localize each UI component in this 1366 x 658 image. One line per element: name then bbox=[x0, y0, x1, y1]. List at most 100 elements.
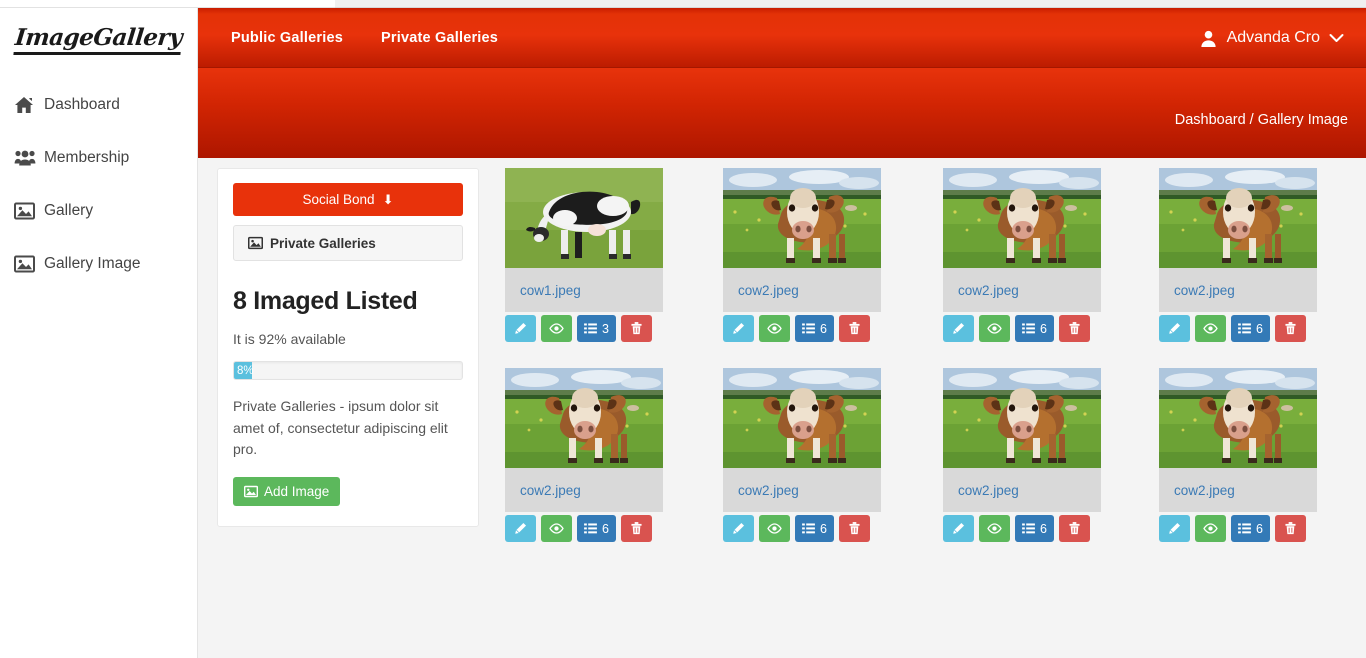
gallery-filename-link[interactable]: cow2.jpeg bbox=[958, 483, 1019, 498]
sidebar-item-label: Gallery bbox=[44, 201, 94, 219]
eye-icon bbox=[987, 523, 1002, 534]
gallery-card: cow2.jpeg 6 bbox=[723, 368, 881, 542]
view-button[interactable] bbox=[541, 315, 572, 342]
list-count: 6 bbox=[1256, 521, 1263, 536]
gallery-card: cow2.jpeg 6 bbox=[943, 168, 1101, 342]
sidebar-item-membership[interactable]: Membership bbox=[0, 131, 197, 184]
list-button[interactable]: 6 bbox=[795, 315, 834, 342]
view-button[interactable] bbox=[979, 515, 1010, 542]
app-root: ImageGallery Dashboard Membership Galler… bbox=[0, 0, 1366, 658]
delete-button[interactable] bbox=[838, 315, 870, 342]
eye-icon bbox=[549, 323, 564, 334]
gallery-caption: cow2.jpeg bbox=[943, 468, 1101, 512]
list-button[interactable]: 6 bbox=[795, 515, 834, 542]
delete-button[interactable] bbox=[620, 515, 652, 542]
list-button[interactable]: 6 bbox=[1231, 315, 1270, 342]
list-button[interactable]: 6 bbox=[577, 515, 616, 542]
gallery-filename-link[interactable]: cow2.jpeg bbox=[738, 483, 799, 498]
gallery-thumbnail[interactable] bbox=[943, 368, 1101, 468]
gallery-caption: cow2.jpeg bbox=[1159, 468, 1317, 512]
progress-bar-fill: 8% bbox=[234, 362, 254, 379]
list-count: 6 bbox=[1256, 321, 1263, 336]
delete-button[interactable] bbox=[1274, 315, 1306, 342]
gallery-card: cow1.jpeg 3 bbox=[505, 168, 663, 342]
list-button[interactable]: 6 bbox=[1015, 315, 1054, 342]
availability-text: It is 92% available bbox=[233, 331, 346, 347]
view-button[interactable] bbox=[759, 515, 790, 542]
eye-icon bbox=[767, 323, 782, 334]
edit-button[interactable] bbox=[723, 515, 754, 542]
gallery-caption: cow2.jpeg bbox=[723, 268, 881, 312]
gallery-card-actions: 3 bbox=[505, 315, 663, 342]
eye-icon bbox=[767, 523, 782, 534]
view-button[interactable] bbox=[1195, 515, 1226, 542]
chevron-down-icon bbox=[1329, 33, 1344, 43]
users-icon bbox=[14, 147, 44, 169]
edit-button[interactable] bbox=[1159, 515, 1190, 542]
brand-logo[interactable]: ImageGallery bbox=[0, 8, 197, 70]
user-menu[interactable]: Advanda Cro bbox=[1199, 29, 1344, 48]
horizontal-scrollbar[interactable] bbox=[335, 0, 1366, 8]
delete-button[interactable] bbox=[620, 315, 652, 342]
gallery-filename-link[interactable]: cow2.jpeg bbox=[958, 283, 1019, 298]
gallery-card-actions: 6 bbox=[943, 315, 1101, 342]
private-galleries-label: Private Galleries bbox=[270, 235, 376, 251]
picture-icon bbox=[248, 236, 263, 250]
list-icon bbox=[1022, 523, 1035, 534]
social-bond-button[interactable]: Social Bond ⬇ bbox=[233, 183, 463, 216]
view-button[interactable] bbox=[1195, 315, 1226, 342]
top-navbar: Public Galleries Private Galleries Advan… bbox=[198, 8, 1366, 68]
eye-icon bbox=[987, 323, 1002, 334]
gallery-card: cow2.jpeg 6 bbox=[1159, 168, 1317, 342]
edit-button[interactable] bbox=[1159, 315, 1190, 342]
edit-button[interactable] bbox=[505, 315, 536, 342]
add-image-button[interactable]: Add Image bbox=[233, 477, 341, 507]
private-galleries-list-item[interactable]: Private Galleries bbox=[233, 225, 463, 261]
list-button[interactable]: 6 bbox=[1231, 515, 1270, 542]
gallery-thumbnail[interactable] bbox=[943, 168, 1101, 268]
view-button[interactable] bbox=[979, 315, 1010, 342]
gallery-filename-link[interactable]: cow2.jpeg bbox=[1174, 483, 1235, 498]
gallery-card-actions: 6 bbox=[1159, 315, 1317, 342]
topbar-links: Public Galleries Private Galleries bbox=[231, 30, 536, 46]
gallery-filename-link[interactable]: cow2.jpeg bbox=[520, 483, 581, 498]
sidebar-item-gallery-image[interactable]: Gallery Image bbox=[0, 237, 197, 290]
home-icon bbox=[14, 94, 44, 116]
list-icon bbox=[802, 323, 815, 334]
delete-button[interactable] bbox=[1058, 515, 1090, 542]
picture-icon bbox=[14, 200, 44, 222]
edit-button[interactable] bbox=[943, 315, 974, 342]
gallery-filename-link[interactable]: cow2.jpeg bbox=[1174, 283, 1235, 298]
sidebar-item-label: Membership bbox=[44, 148, 130, 166]
gallery-thumbnail[interactable] bbox=[505, 168, 663, 268]
delete-button[interactable] bbox=[1274, 515, 1306, 542]
gallery-card: cow2.jpeg 6 bbox=[1159, 368, 1317, 542]
list-button[interactable]: 6 bbox=[1015, 515, 1054, 542]
gallery-thumbnail[interactable] bbox=[723, 168, 881, 268]
edit-button[interactable] bbox=[723, 315, 754, 342]
gallery-filename-link[interactable]: cow1.jpeg bbox=[520, 283, 581, 298]
delete-button[interactable] bbox=[838, 515, 870, 542]
main-content: Social Bond ⬇ Private Galleries 8 Imaged… bbox=[198, 158, 1366, 658]
trash-icon bbox=[1285, 522, 1296, 535]
list-button[interactable]: 3 bbox=[577, 315, 616, 342]
list-count: 6 bbox=[602, 521, 609, 536]
gallery-thumbnail[interactable] bbox=[1159, 168, 1317, 268]
sidebar-item-gallery[interactable]: Gallery bbox=[0, 184, 197, 237]
view-button[interactable] bbox=[759, 315, 790, 342]
gallery-thumbnail[interactable] bbox=[1159, 368, 1317, 468]
browser-top-strip bbox=[0, 0, 1366, 8]
gallery-thumbnail[interactable] bbox=[505, 368, 663, 468]
gallery-thumbnail[interactable] bbox=[723, 368, 881, 468]
nav-public-galleries[interactable]: Public Galleries bbox=[231, 30, 343, 46]
user-icon bbox=[1199, 29, 1218, 48]
edit-button[interactable] bbox=[943, 515, 974, 542]
edit-button[interactable] bbox=[505, 515, 536, 542]
nav-private-galleries[interactable]: Private Galleries bbox=[381, 30, 498, 46]
sidebar-item-dashboard[interactable]: Dashboard bbox=[0, 78, 197, 131]
delete-button[interactable] bbox=[1058, 315, 1090, 342]
list-count: 6 bbox=[1040, 321, 1047, 336]
view-button[interactable] bbox=[541, 515, 572, 542]
gallery-card: cow2.jpeg 6 bbox=[723, 168, 881, 342]
gallery-filename-link[interactable]: cow2.jpeg bbox=[738, 283, 799, 298]
